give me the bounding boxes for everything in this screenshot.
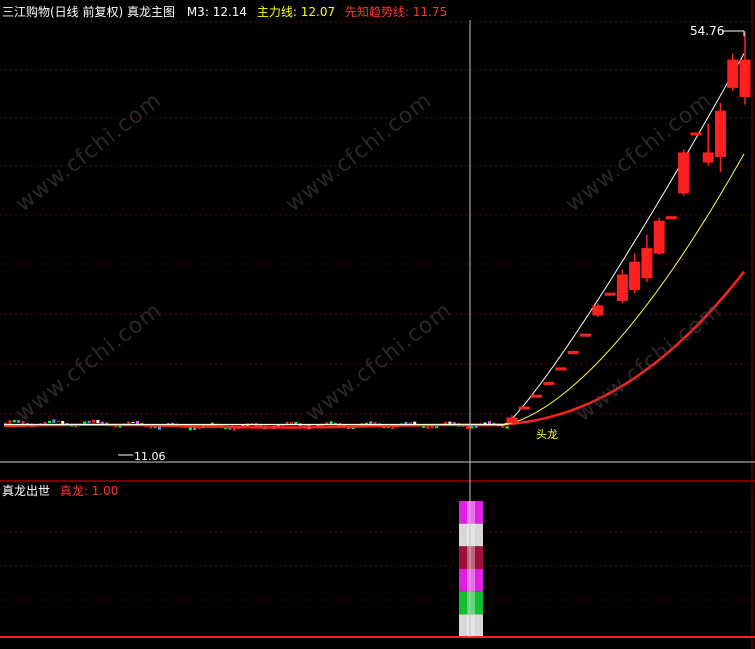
flat-candle xyxy=(408,422,412,424)
candle-body xyxy=(665,216,677,220)
sub-bar-highlight xyxy=(467,569,475,592)
flat-candle xyxy=(17,420,21,423)
flat-candle xyxy=(466,425,469,430)
low-price-label: 11.06 xyxy=(134,450,166,463)
flat-candle xyxy=(290,422,293,424)
m3-label: M3: xyxy=(186,5,213,19)
candle-body xyxy=(629,261,641,291)
sub-indicator-bars xyxy=(459,501,483,637)
rally-candles xyxy=(118,30,751,456)
trend-label: 先知趋势线: xyxy=(344,5,413,19)
candle-body xyxy=(580,333,592,337)
sub-title: 真龙出世 xyxy=(2,484,51,498)
signal-label: 头龙 xyxy=(536,428,558,441)
main-force-legend: 主力线: 12.07 xyxy=(257,5,339,19)
flat-candle xyxy=(87,420,91,423)
main-legend: 三江购物(日线 前复权) 真龙主图 M3: 12.14 主力线: 12.07 先… xyxy=(2,5,447,19)
candle-body xyxy=(739,59,751,97)
flat-candle xyxy=(96,419,100,424)
trend-value: 11.75 xyxy=(412,5,448,19)
candle-body xyxy=(727,59,739,88)
flat-candle xyxy=(92,419,95,423)
zhenlong-legend: 真龙: 1.00 xyxy=(60,484,119,498)
flat-candle xyxy=(131,422,135,424)
main-force-value: 12.07 xyxy=(300,5,336,19)
flat-candle xyxy=(193,427,197,431)
candle-body xyxy=(653,220,665,254)
sub-bar-highlight xyxy=(467,591,475,615)
candle-body xyxy=(506,417,518,424)
m3-value: 12.14 xyxy=(212,5,248,19)
flat-candle xyxy=(100,421,104,424)
zhenlong-value: 1.00 xyxy=(91,484,119,498)
flat-candle xyxy=(505,426,509,429)
candle-body xyxy=(616,274,628,301)
main-force-label: 主力线: xyxy=(256,5,301,19)
sub-bar-highlight xyxy=(467,523,475,547)
flat-candle xyxy=(188,426,192,431)
candle-body xyxy=(518,406,530,410)
flat-candle xyxy=(4,422,7,424)
frame xyxy=(0,0,755,649)
main-chart[interactable] xyxy=(0,0,755,649)
candle-body xyxy=(592,305,604,316)
zhenlong-label: 真龙: xyxy=(59,484,92,498)
flat-candle xyxy=(430,426,434,429)
candle-body xyxy=(641,248,653,279)
flat-candle xyxy=(56,420,60,423)
main-title: 三江购物(日线 前复权) 真龙主图 xyxy=(2,5,175,19)
candle-body xyxy=(690,132,702,136)
candle-body xyxy=(678,152,690,194)
flat-candle xyxy=(48,420,51,423)
candle-body xyxy=(555,367,567,371)
candle-body xyxy=(714,110,726,158)
candle-body xyxy=(702,152,714,163)
candle-body xyxy=(567,350,579,354)
flat-candle xyxy=(470,426,474,429)
trend-legend: 先知趋势线: 11.75 xyxy=(345,5,447,19)
candle-body xyxy=(604,292,616,296)
sub-bar-highlight xyxy=(467,546,475,569)
sub-legend: 真龙出世 真龙: 1.00 xyxy=(2,484,118,498)
m3-legend: M3: 12.14 xyxy=(187,5,251,19)
flat-candle xyxy=(8,420,12,424)
flat-candle xyxy=(52,419,56,423)
sub-bar-highlight xyxy=(467,501,475,524)
high-price-label: 54.76 xyxy=(690,24,725,38)
sub-bar-highlight xyxy=(467,614,475,637)
candle-body xyxy=(543,381,555,385)
candle-body xyxy=(531,394,543,398)
flat-candle xyxy=(12,420,16,423)
